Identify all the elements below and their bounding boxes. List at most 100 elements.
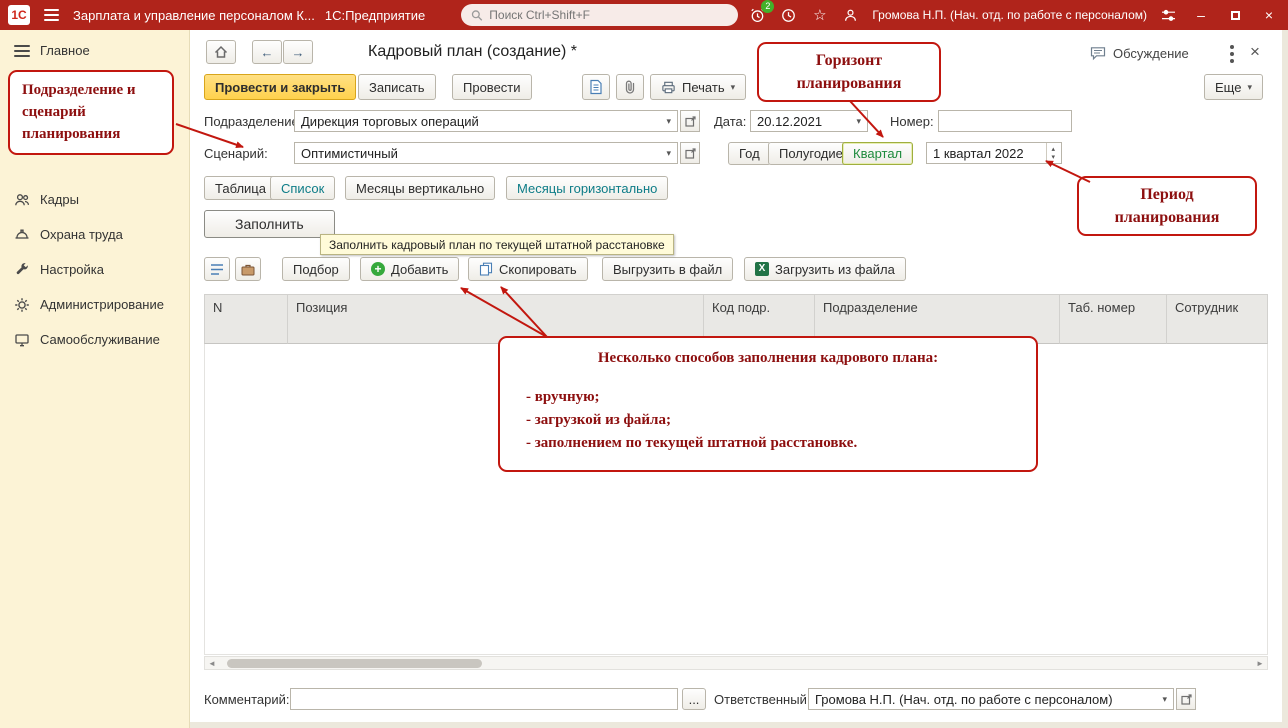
scenario-label: Сценарий:	[204, 146, 268, 161]
scrollbar-thumb[interactable]	[227, 659, 482, 668]
positions-catalog-button[interactable]	[235, 257, 261, 281]
date-field[interactable]: 20.12.2021 ▾	[750, 110, 868, 132]
copy-row-button[interactable]: Скопировать	[468, 257, 588, 281]
chevron-down-icon[interactable]: ▾	[660, 116, 671, 126]
view-list-button[interactable]: Список	[270, 176, 336, 200]
wrench-icon	[16, 262, 28, 274]
horizon-year-button[interactable]: Год	[728, 142, 771, 165]
maximize-button[interactable]	[1224, 5, 1246, 25]
export-to-file-button[interactable]: Выгрузить в файл	[602, 257, 734, 281]
search-input[interactable]	[489, 8, 729, 22]
months-vertical-label: Месяцы вертикально	[356, 180, 485, 196]
main-menu-icon[interactable]	[40, 5, 63, 25]
document-icon	[590, 79, 602, 95]
pick-button[interactable]: Подбор	[282, 257, 350, 281]
history-clock-icon	[782, 8, 796, 22]
print-button[interactable]: Печать ▾	[650, 74, 747, 100]
discussion-button[interactable]: Обсуждение	[1090, 46, 1189, 61]
write-button[interactable]: Записать	[358, 74, 436, 100]
callout-fill-title: Несколько способов заполнения кадрового …	[597, 350, 939, 366]
scenario-open-button[interactable]	[680, 142, 700, 164]
history-button[interactable]	[779, 6, 798, 25]
post-and-close-button[interactable]: Провести и закрыть	[204, 74, 357, 100]
callout-fill-item: - вручную;	[526, 388, 600, 405]
list-settings-button[interactable]	[204, 257, 230, 281]
scroll-right-arrow[interactable]: ►	[1253, 657, 1267, 669]
home-button[interactable]	[206, 40, 236, 64]
months-vertical-button[interactable]: Месяцы вертикально	[345, 176, 496, 200]
app-window: 1С Зарплата и управление персоналом К...…	[0, 0, 1288, 728]
global-search[interactable]	[461, 4, 739, 26]
horizon-quarter-label: Квартал	[853, 146, 903, 161]
comment-expand-button[interactable]: ...	[682, 688, 706, 710]
open-icon	[684, 147, 696, 159]
responsible-open-button[interactable]	[1176, 688, 1196, 710]
sidebar-item-self-service[interactable]: Самообслуживание	[0, 322, 189, 357]
spin-down-icon[interactable]: ▾	[1051, 154, 1055, 161]
home-icon	[214, 45, 228, 58]
sidebar-item-label: Охрана труда	[40, 227, 123, 242]
close-form-button[interactable]: ×	[1250, 43, 1260, 60]
number-field[interactable]	[938, 110, 1072, 132]
connection-settings-button[interactable]	[1159, 6, 1178, 25]
column-header-employee[interactable]: Сотрудник	[1167, 294, 1268, 344]
comment-field[interactable]	[290, 688, 678, 710]
import-from-file-button[interactable]: X Загрузить из файла	[744, 257, 906, 281]
period-field[interactable]: 1 квартал 2022 ▴ ▾	[926, 142, 1062, 164]
column-header-n[interactable]: N	[204, 294, 288, 344]
sidebar-item-settings[interactable]: Настройка	[0, 252, 189, 287]
back-button[interactable]: ←	[252, 40, 282, 64]
gear-icon	[15, 297, 29, 312]
page-title: Кадровый план (создание) *	[368, 43, 578, 60]
chevron-down-icon: ▾	[1247, 81, 1252, 92]
fill-tooltip: Заполнить кадровый план по текущей штатн…	[320, 234, 674, 255]
scenario-combo[interactable]: Оптимистичный ▾	[294, 142, 678, 164]
department-combo[interactable]: Дирекция торговых операций ▾	[294, 110, 678, 132]
view-table-button[interactable]: Таблица	[204, 176, 277, 200]
period-spinner[interactable]: ▴ ▾	[1046, 143, 1055, 163]
attachments-button[interactable]	[616, 74, 644, 100]
notification-badge: 2	[761, 0, 775, 13]
more-label: Еще	[1215, 79, 1242, 95]
fill-button[interactable]: Заполнить	[204, 210, 335, 238]
current-user-name[interactable]: Громова Н.П. (Нач. отд. по работе с перс…	[872, 8, 1147, 22]
sidebar-item-administration[interactable]: Администрирование	[0, 287, 189, 322]
responsible-combo[interactable]: Громова Н.П. (Нач. отд. по работе с перс…	[808, 688, 1174, 710]
calendar-dropdown-icon[interactable]: ▾	[850, 116, 861, 126]
comment-input[interactable]	[297, 691, 671, 707]
pick-label: Подбор	[293, 261, 339, 277]
close-window-button[interactable]: ×	[1258, 5, 1280, 25]
maximize-icon	[1230, 10, 1240, 20]
comment-label: Комментарий:	[204, 692, 290, 707]
chevron-down-icon[interactable]: ▾	[1156, 694, 1167, 704]
months-horizontal-button[interactable]: Месяцы горизонтально	[506, 176, 669, 200]
spin-up-icon[interactable]: ▴	[1051, 146, 1055, 153]
sidebar-item-hr[interactable]: Кадры	[0, 182, 189, 217]
sidebar-item-main[interactable]: Главное	[0, 30, 189, 71]
notifications-button[interactable]: 2	[748, 0, 775, 25]
horizon-halfyear-button[interactable]: Полугодие	[768, 142, 854, 165]
list-icon	[211, 263, 223, 275]
callout-horizon: Горизонт планирования	[757, 42, 941, 103]
horizontal-scrollbar[interactable]: ◄ ►	[204, 656, 1268, 670]
sidebar-item-labor-safety[interactable]: Охрана труда	[0, 217, 189, 252]
scroll-left-arrow[interactable]: ◄	[205, 657, 219, 669]
department-open-button[interactable]	[680, 110, 700, 132]
print-label: Печать	[682, 79, 725, 95]
more-button[interactable]: Еще ▾	[1204, 74, 1263, 100]
column-header-tab-number[interactable]: Таб. номер	[1060, 294, 1167, 344]
forward-button[interactable]: →	[283, 40, 313, 64]
user-menu-button[interactable]	[841, 6, 860, 25]
post-button[interactable]: Провести	[452, 74, 532, 100]
add-row-button[interactable]: + Добавить	[360, 257, 460, 281]
document-structure-button[interactable]	[582, 74, 610, 100]
horizon-quarter-button[interactable]: Квартал	[842, 142, 914, 165]
responsible-label: Ответственный:	[714, 692, 811, 707]
favorites-button[interactable]: ☆	[810, 6, 829, 25]
date-label: Дата:	[714, 114, 747, 129]
minimize-button[interactable]: –	[1190, 5, 1212, 25]
chevron-down-icon[interactable]: ▾	[660, 148, 671, 158]
view-table-label: Таблица	[215, 180, 266, 196]
form-menu-button[interactable]	[1228, 43, 1236, 65]
scenario-value: Оптимистичный	[301, 145, 398, 161]
